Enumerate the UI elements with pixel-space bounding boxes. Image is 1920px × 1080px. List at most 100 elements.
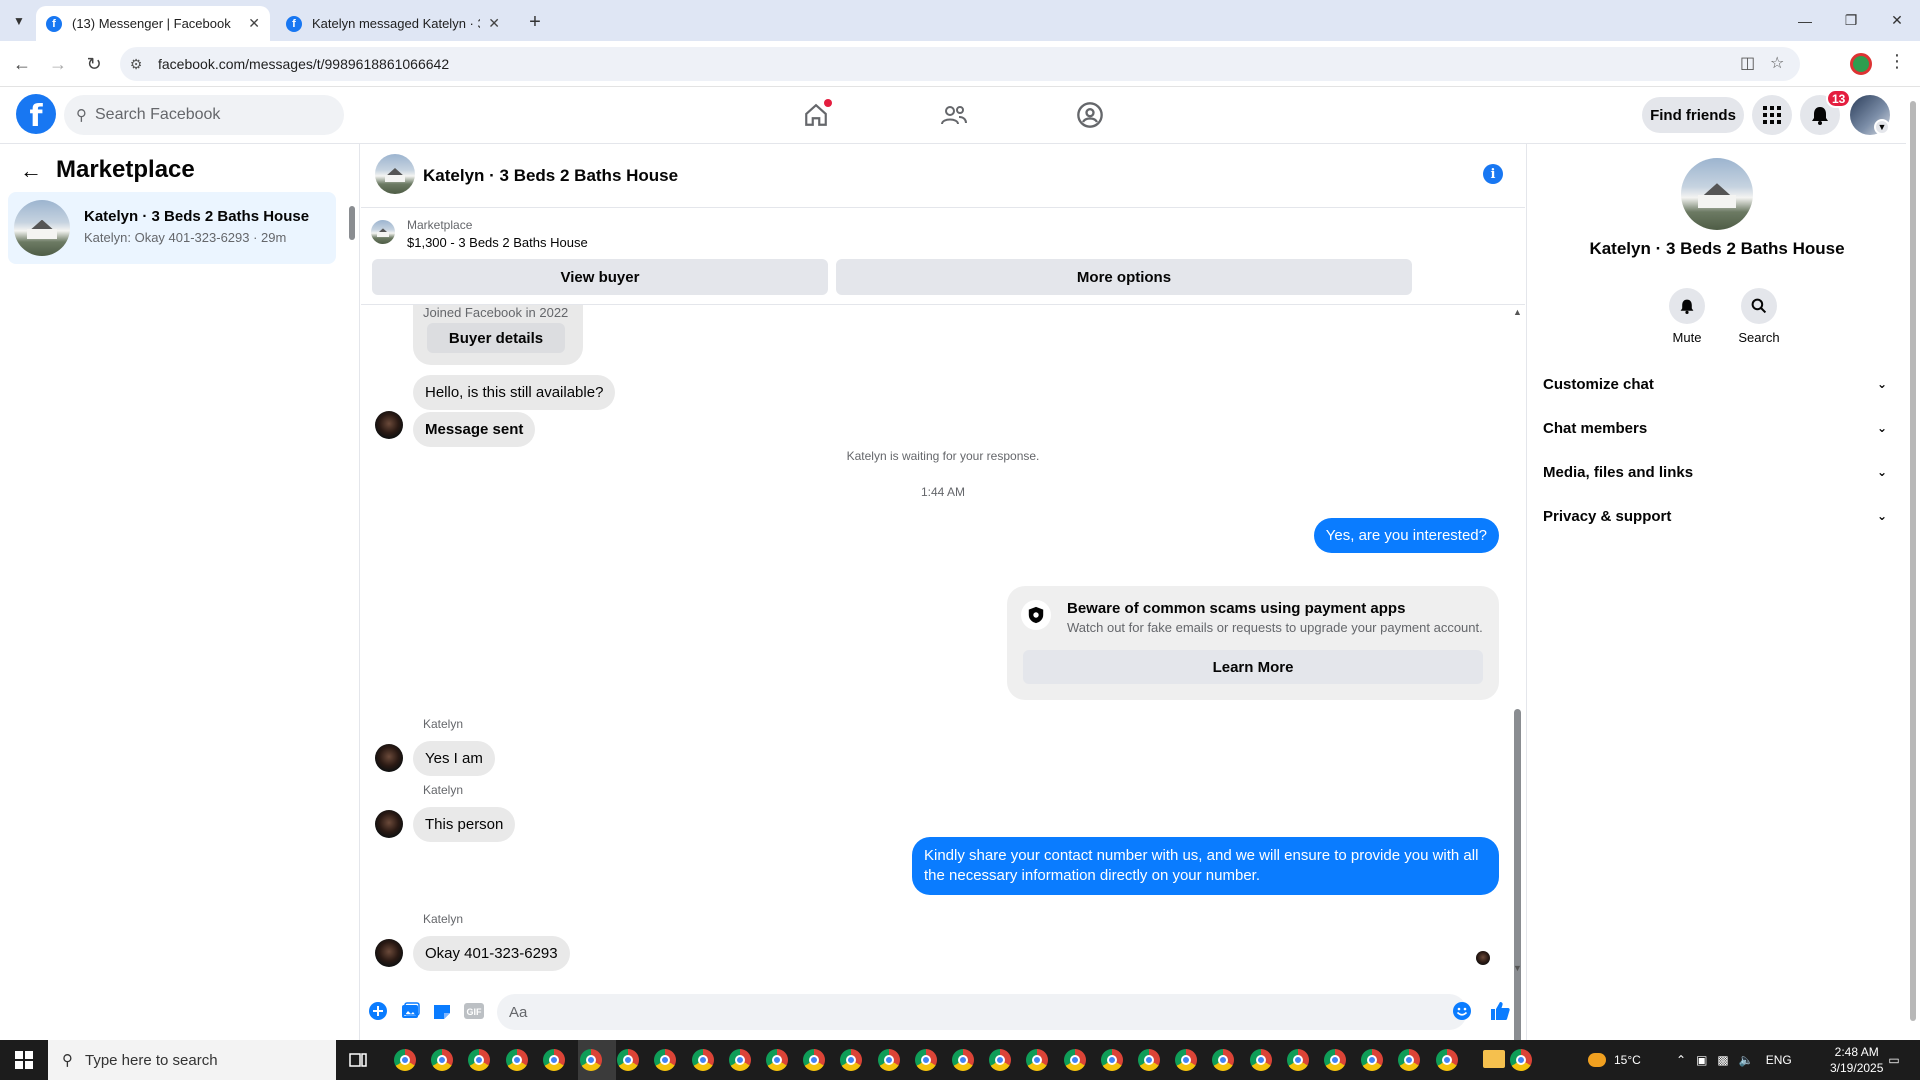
friends-nav-button[interactable] — [932, 95, 976, 135]
page-scrollbar[interactable] — [1906, 87, 1920, 1040]
chrome-taskbar-icon[interactable] — [617, 1049, 640, 1071]
chrome-taskbar-icon[interactable] — [691, 1049, 714, 1071]
buyer-details-button[interactable]: Buyer details — [427, 323, 565, 353]
install-app-icon[interactable]: ◫ — [1740, 53, 1755, 73]
site-info-icon[interactable]: ⚙ — [120, 56, 152, 73]
chrome-taskbar-icon[interactable] — [1435, 1049, 1458, 1071]
chrome-taskbar-icon[interactable] — [1324, 1049, 1346, 1071]
chrome-taskbar-icon[interactable] — [580, 1049, 602, 1071]
scrollbar-thumb[interactable] — [1910, 101, 1916, 1021]
marketplace-listing-bar[interactable]: Marketplace $1,300 - 3 Beds 2 Baths Hous… — [361, 208, 1525, 252]
conversation-item-katelyn[interactable]: Katelyn · 3 Beds 2 Baths House Katelyn: … — [8, 192, 336, 264]
facebook-logo-icon[interactable]: f — [16, 94, 56, 134]
groups-nav-button[interactable] — [1068, 95, 1112, 135]
chat-avatar[interactable] — [375, 154, 415, 194]
chrome-taskbar-icon[interactable] — [803, 1049, 826, 1071]
conversation-list-scrollbar[interactable] — [348, 192, 356, 254]
menu-grid-button[interactable] — [1752, 95, 1792, 135]
weather-widget[interactable]: 15°C — [1588, 1040, 1641, 1080]
volume-icon[interactable]: 🔈 — [1739, 1053, 1754, 1067]
new-tab-button[interactable]: + — [521, 8, 549, 36]
back-arrow-icon[interactable]: ← — [8, 50, 36, 78]
scroll-up-icon[interactable]: ▲ — [1513, 307, 1522, 317]
chrome-taskbar-icon[interactable] — [431, 1049, 454, 1071]
search-in-chat-button[interactable]: Search — [1729, 288, 1789, 345]
media-files-links-section[interactable]: Media, files and links ⌄ — [1543, 454, 1887, 490]
chrome-taskbar-icon[interactable] — [654, 1049, 677, 1071]
privacy-support-section[interactable]: Privacy & support ⌄ — [1543, 498, 1887, 534]
chrome-taskbar-icon[interactable] — [1398, 1049, 1421, 1071]
thumbs-up-icon[interactable] — [1489, 1000, 1511, 1022]
view-buyer-button[interactable]: View buyer — [372, 259, 828, 295]
meet-now-icon[interactable]: ▣ — [1696, 1053, 1707, 1067]
message-input[interactable]: Aa — [497, 994, 1467, 1030]
chrome-taskbar-icon[interactable] — [468, 1049, 491, 1071]
chrome-taskbar-icon[interactable] — [1286, 1049, 1309, 1071]
chrome-taskbar-icon[interactable] — [989, 1049, 1012, 1071]
sticker-icon[interactable] — [431, 1000, 453, 1022]
chrome-taskbar-icon[interactable] — [877, 1049, 900, 1071]
mute-button[interactable]: Mute — [1657, 288, 1717, 345]
info-icon[interactable]: i — [1483, 164, 1503, 184]
browser-tab-messenger[interactable]: f (13) Messenger | Facebook ✕ — [36, 6, 270, 41]
find-friends-button[interactable]: Find friends — [1642, 97, 1744, 133]
chrome-taskbar-icon[interactable] — [728, 1049, 751, 1071]
more-options-button[interactable]: More options — [836, 259, 1412, 295]
forward-arrow-icon[interactable]: → — [44, 50, 72, 78]
browser-profile-icon[interactable] — [1850, 53, 1872, 75]
chrome-taskbar-icon[interactable] — [1138, 1049, 1160, 1071]
emoji-icon[interactable] — [1451, 1000, 1473, 1022]
katelyn-avatar[interactable] — [375, 411, 403, 439]
katelyn-avatar[interactable] — [375, 810, 403, 838]
chrome-taskbar-icon[interactable] — [1175, 1049, 1198, 1071]
chrome-taskbar-icon[interactable] — [1212, 1049, 1235, 1071]
chat-profile-photo[interactable] — [1681, 158, 1753, 230]
windows-start-icon[interactable] — [0, 1040, 48, 1080]
network-icon[interactable]: ▩ — [1717, 1053, 1728, 1067]
scroll-down-icon[interactable]: ▼ — [1513, 963, 1522, 973]
home-nav-button[interactable] — [794, 95, 838, 135]
chrome-taskbar-icon[interactable] — [1100, 1049, 1123, 1071]
chrome-taskbar-icon[interactable] — [1063, 1049, 1086, 1071]
bookmark-star-icon[interactable]: ☆ — [1770, 53, 1784, 73]
chrome-taskbar-icon[interactable] — [1249, 1049, 1272, 1071]
back-arrow-icon[interactable]: ← — [20, 158, 42, 184]
chrome-taskbar-icon[interactable] — [914, 1049, 937, 1071]
chat-members-section[interactable]: Chat members ⌄ — [1543, 410, 1887, 446]
customize-chat-section[interactable]: Customize chat ⌄ — [1543, 366, 1887, 402]
learn-more-button[interactable]: Learn More — [1023, 650, 1483, 684]
task-view-icon[interactable] — [346, 1048, 370, 1072]
account-chevron-icon[interactable]: ▼ — [1874, 119, 1890, 135]
close-tab-icon[interactable]: ✕ — [488, 15, 500, 32]
file-explorer-icon[interactable] — [1483, 1050, 1505, 1068]
chrome-taskbar-icon[interactable] — [1361, 1049, 1384, 1071]
browser-tab-katelyn[interactable]: f Katelyn messaged Katelyn · 3 Be ✕ — [276, 6, 510, 41]
taskbar-search-input[interactable]: ⚲ Type here to search — [48, 1040, 336, 1080]
url-field[interactable]: ⚙ facebook.com/messages/t/99896188610666… — [120, 47, 1800, 81]
facebook-search-input[interactable]: ⚲ Search Facebook — [64, 95, 344, 135]
notification-center-icon[interactable]: ▭ — [1880, 1040, 1908, 1080]
minimize-icon[interactable]: — — [1782, 0, 1828, 41]
tray-chevron-icon[interactable]: ⌃ — [1676, 1053, 1686, 1067]
chrome-taskbar-icon[interactable] — [505, 1049, 528, 1071]
chrome-taskbar-icon[interactable] — [394, 1049, 416, 1071]
tab-search-chevron-icon[interactable]: ▼ — [6, 8, 32, 34]
chrome-taskbar-icon[interactable] — [952, 1049, 974, 1071]
restore-icon[interactable]: ❐ — [1828, 0, 1874, 41]
plus-circle-icon[interactable] — [367, 1000, 389, 1022]
katelyn-avatar[interactable] — [375, 939, 403, 967]
reload-icon[interactable]: ↻ — [80, 50, 108, 78]
browser-menu-icon[interactable]: ⋮ — [1888, 51, 1906, 72]
katelyn-avatar[interactable] — [375, 744, 403, 772]
gif-icon[interactable]: GIF — [463, 1000, 485, 1022]
chat-scrollbar[interactable]: ▲ ▼ — [1511, 305, 1523, 1080]
photo-icon[interactable] — [399, 1000, 421, 1022]
chrome-taskbar-icon[interactable] — [1026, 1049, 1049, 1071]
chrome-taskbar-icon[interactable] — [766, 1049, 788, 1071]
close-window-icon[interactable]: ✕ — [1874, 0, 1920, 41]
chat-title[interactable]: Katelyn · 3 Beds 2 Baths House — [423, 166, 678, 186]
language-indicator[interactable]: ENG — [1766, 1053, 1792, 1067]
chrome-taskbar-icon[interactable] — [840, 1049, 863, 1071]
close-tab-icon[interactable]: ✕ — [248, 15, 260, 32]
chrome-taskbar-icon[interactable] — [542, 1049, 565, 1071]
